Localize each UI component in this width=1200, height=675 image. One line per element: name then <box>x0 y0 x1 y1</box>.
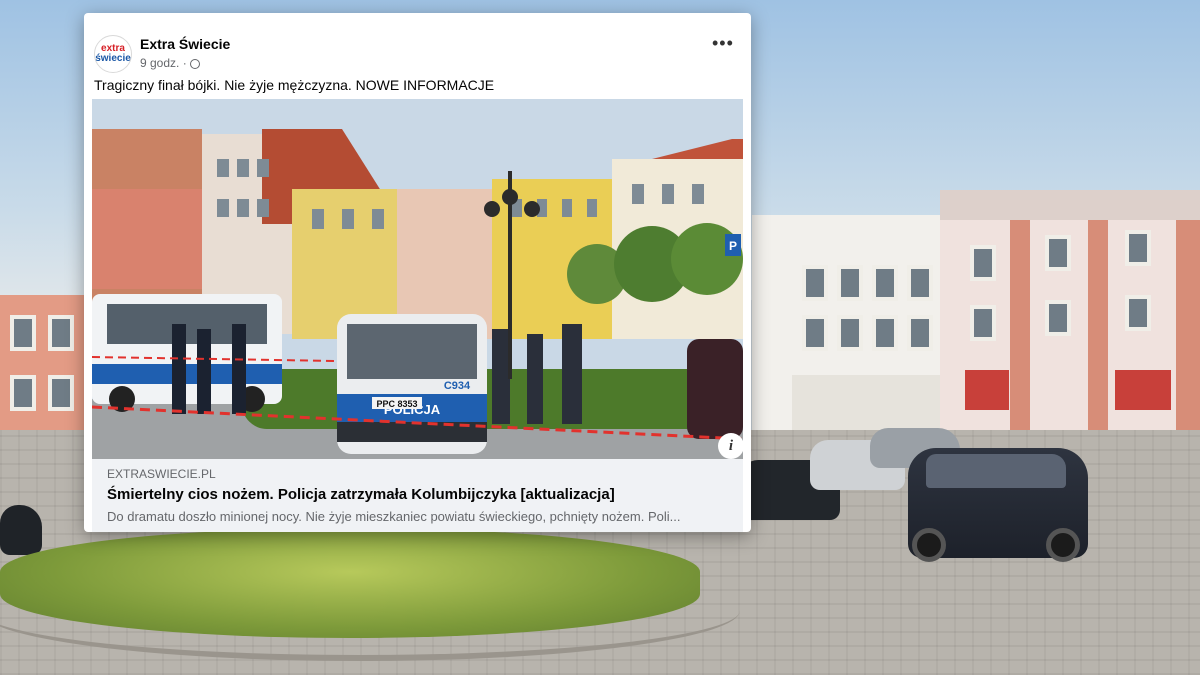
van-number: C934 <box>444 380 471 392</box>
svg-text:P: P <box>729 239 737 253</box>
van-plate: PPC 8353 <box>376 399 417 409</box>
link-preview[interactable]: EXTRASWIECIE.PL Śmiertelny cios nożem. P… <box>92 459 743 532</box>
post-photo[interactable]: POLICJA PPC 8353 C934 P <box>92 99 743 473</box>
page-avatar[interactable]: extra świecie <box>94 35 132 73</box>
parked-car-left <box>0 505 42 555</box>
roundabout-lawn <box>0 528 700 638</box>
link-title: Śmiertelny cios nożem. Policja zatrzymał… <box>107 486 615 503</box>
link-description: Do dramatu doszło minionej nocy. Nie żyj… <box>107 509 681 524</box>
post-text: Tragiczny finał bójki. Nie żyje mężczyzn… <box>94 77 495 93</box>
facebook-post-card: extra świecie Extra Świecie 9 godz. · ••… <box>84 13 751 532</box>
avatar-logo-text-2: świecie <box>95 53 131 64</box>
police-scene-photo: POLICJA PPC 8353 C934 P <box>92 99 743 473</box>
info-icon[interactable]: i <box>718 433 744 459</box>
link-domain: EXTRASWIECIE.PL <box>107 467 216 481</box>
post-timestamp[interactable]: 9 godz. · <box>140 56 200 70</box>
post-header: extra świecie Extra Świecie 9 godz. · ••… <box>84 13 751 77</box>
suv-black <box>908 448 1088 562</box>
more-options-icon[interactable]: ••• <box>712 33 734 54</box>
building-right-white <box>752 215 942 437</box>
post-time-text: 9 godz. · <box>140 56 187 70</box>
building-right-pink <box>940 190 1200 437</box>
page-name-link[interactable]: Extra Świecie <box>140 36 230 52</box>
globe-icon <box>189 59 200 69</box>
